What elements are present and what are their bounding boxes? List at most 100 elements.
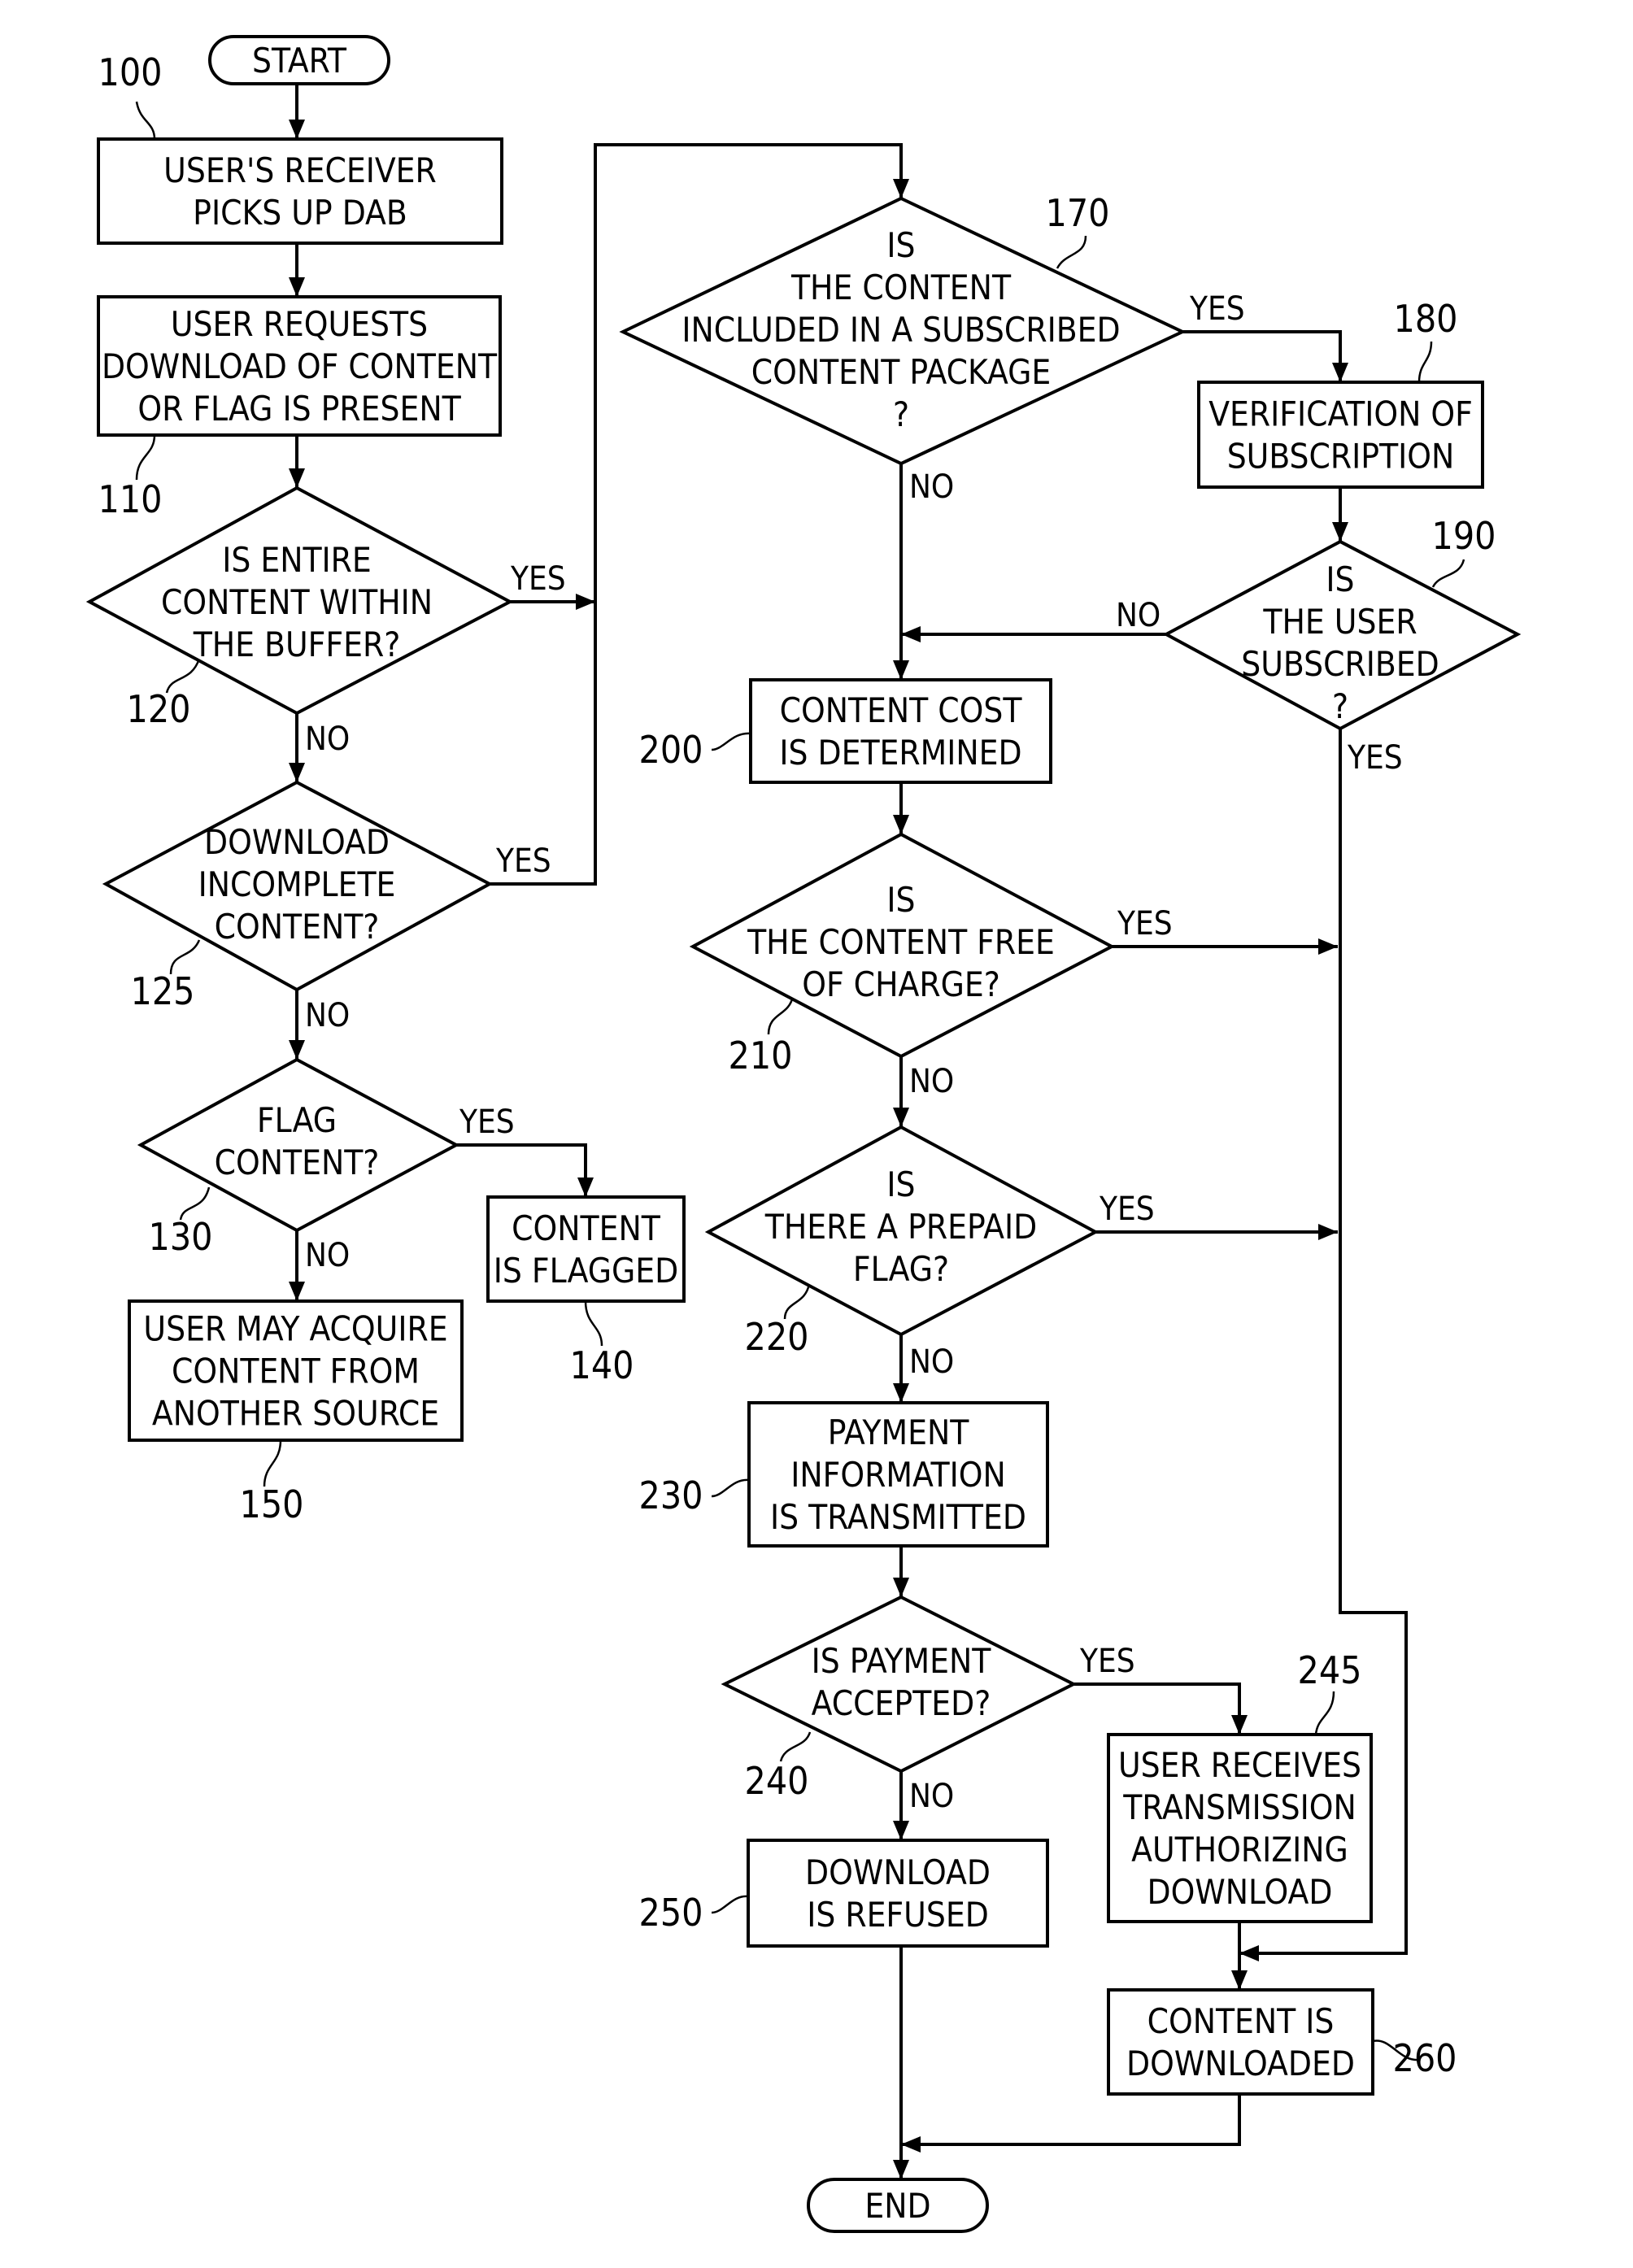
node-260-text-line: DOWNLOADED xyxy=(1126,2044,1355,2083)
reference-leader-190 xyxy=(1431,559,1465,588)
node-190-text-line: ? xyxy=(1332,686,1348,726)
node-150-text-line: ANOTHER SOURCE xyxy=(152,1394,439,1434)
edge-label-no: NO xyxy=(909,1778,954,1815)
start-label: START xyxy=(252,41,347,81)
node-220-text-line: IS xyxy=(886,1164,915,1204)
reference-numeral-230: 230 xyxy=(639,1474,703,1517)
node-200-text-line: IS DETERMINED xyxy=(779,733,1021,773)
reference-numeral-100: 100 xyxy=(98,50,163,94)
reference-numeral-220: 220 xyxy=(745,1315,809,1359)
reference-numeral-180: 180 xyxy=(1394,297,1458,341)
node-100-text-line: USER'S RECEIVER xyxy=(163,150,437,190)
node-230-text-line: PAYMENT xyxy=(828,1413,969,1452)
node-170-text-line: CONTENT PACKAGE xyxy=(751,352,1052,392)
node-250-text-line: DOWNLOAD xyxy=(805,1852,991,1892)
node-245-text-line: AUTHORIZING xyxy=(1131,1830,1348,1870)
node-180-text-line: SUBSCRIPTION xyxy=(1227,437,1455,477)
reference-numeral-130: 130 xyxy=(149,1215,213,1259)
node-240-text-line: IS PAYMENT xyxy=(812,1641,992,1681)
node-120-text-line: IS ENTIRE xyxy=(222,540,372,580)
edge-label-no: NO xyxy=(1116,597,1161,634)
edge-label-no: NO xyxy=(909,1063,954,1100)
node-190-text-line: SUBSCRIBED xyxy=(1241,644,1439,684)
reference-leader-245 xyxy=(1314,1691,1335,1735)
end-label: END xyxy=(864,2186,930,2226)
node-245-text-line: TRANSMISSION xyxy=(1122,1787,1356,1827)
node-125-text-line: CONTENT? xyxy=(215,907,380,947)
edge-label-no: NO xyxy=(909,1343,954,1381)
node-110-text-line: DOWNLOAD OF CONTENT xyxy=(102,346,498,386)
edge-label-no: NO xyxy=(305,997,350,1034)
reference-numeral-150: 150 xyxy=(240,1482,304,1526)
edge-label-yes: YES xyxy=(1079,1643,1135,1680)
edge-label-yes: YES xyxy=(495,842,551,880)
edge-label-no: NO xyxy=(305,1237,350,1274)
node-110-text-line: USER REQUESTS xyxy=(171,304,428,344)
node-125-text-line: INCOMPLETE xyxy=(198,864,396,904)
reference-numeral-190: 190 xyxy=(1432,514,1496,558)
node-245-text-line: USER RECEIVES xyxy=(1118,1745,1361,1785)
edge-label-yes: YES xyxy=(1347,739,1403,777)
reference-leader-100 xyxy=(135,101,156,140)
reference-numeral-200: 200 xyxy=(639,728,703,772)
node-150-text-line: CONTENT FROM xyxy=(172,1352,420,1391)
node-120-text-line: CONTENT WITHIN xyxy=(161,582,433,622)
node-220-text-line: FLAG? xyxy=(853,1249,949,1289)
edge-label-no: NO xyxy=(305,720,350,758)
node-210-text-line: IS xyxy=(886,880,915,920)
reference-numeral-120: 120 xyxy=(127,687,191,731)
reference-leader-200 xyxy=(711,732,751,751)
reference-leader-230 xyxy=(711,1478,750,1498)
node-100-text-line: PICKS UP DAB xyxy=(193,193,407,233)
reference-numeral-125: 125 xyxy=(131,969,195,1013)
reference-numeral-260: 260 xyxy=(1393,2036,1457,2080)
node-190-text-line: THE USER xyxy=(1262,602,1417,642)
edge-label-yes: YES xyxy=(510,560,566,598)
edge-240-to-245 xyxy=(1073,1682,1248,1735)
edge-label-yes: YES xyxy=(1099,1191,1155,1228)
edge-260-to-end xyxy=(901,2094,1241,2153)
node-170-text-line: ? xyxy=(893,394,909,434)
node-130-text-line: CONTENT? xyxy=(215,1143,380,1182)
node-170-text-line: INCLUDED IN A SUBSCRIBED xyxy=(682,310,1120,350)
node-260-text-line: CONTENT IS xyxy=(1147,2001,1335,2041)
node-210-text-line: OF CHARGE? xyxy=(802,964,1000,1004)
node-180-text-line: VERIFICATION OF xyxy=(1208,394,1473,434)
reference-leader-250 xyxy=(711,1895,749,1914)
edge-label-no: NO xyxy=(909,468,954,506)
reference-leader-150 xyxy=(263,1439,282,1487)
reference-leader-240 xyxy=(779,1731,812,1762)
node-120-text-line: THE BUFFER? xyxy=(193,625,401,664)
reference-numeral-240: 240 xyxy=(745,1759,809,1803)
edge-170-to-180 xyxy=(1182,330,1348,382)
edge-130-to-140 xyxy=(456,1143,594,1197)
reference-leader-140 xyxy=(584,1300,603,1347)
node-125-text-line: DOWNLOAD xyxy=(204,822,390,862)
node-170-text-line: THE CONTENT xyxy=(790,268,1012,307)
reference-numeral-110: 110 xyxy=(98,477,163,521)
reference-leader-110 xyxy=(135,434,156,481)
edge-label-yes: YES xyxy=(459,1104,515,1141)
reference-numeral-140: 140 xyxy=(570,1343,634,1387)
node-210-text-line: THE CONTENT FREE xyxy=(747,922,1055,962)
node-250-text-line: IS REFUSED xyxy=(807,1895,989,1935)
node-220-text-line: THERE A PREPAID xyxy=(764,1207,1037,1247)
node-200-text-line: CONTENT COST xyxy=(780,690,1023,730)
node-240-text-line: ACCEPTED? xyxy=(812,1683,991,1723)
reference-numeral-245: 245 xyxy=(1298,1648,1362,1692)
node-140-text-line: IS FLAGGED xyxy=(494,1251,679,1291)
node-150-text-line: USER MAY ACQUIRE xyxy=(143,1309,447,1349)
node-140-text-line: CONTENT xyxy=(512,1208,661,1248)
node-230-text-line: INFORMATION xyxy=(790,1455,1006,1495)
reference-numeral-210: 210 xyxy=(729,1034,793,1077)
edge-label-yes: YES xyxy=(1189,290,1245,328)
reference-numeral-250: 250 xyxy=(639,1891,703,1935)
reference-numeral-170: 170 xyxy=(1046,191,1110,235)
node-190-text-line: IS xyxy=(1326,559,1354,599)
node-245-text-line: DOWNLOAD xyxy=(1147,1872,1333,1912)
node-230-text-line: IS TRANSMITTED xyxy=(770,1497,1026,1537)
reference-leader-220 xyxy=(783,1283,811,1320)
reference-leader-170 xyxy=(1056,235,1087,269)
node-110-text-line: OR FLAG IS PRESENT xyxy=(137,389,461,429)
reference-leader-210 xyxy=(767,995,795,1035)
